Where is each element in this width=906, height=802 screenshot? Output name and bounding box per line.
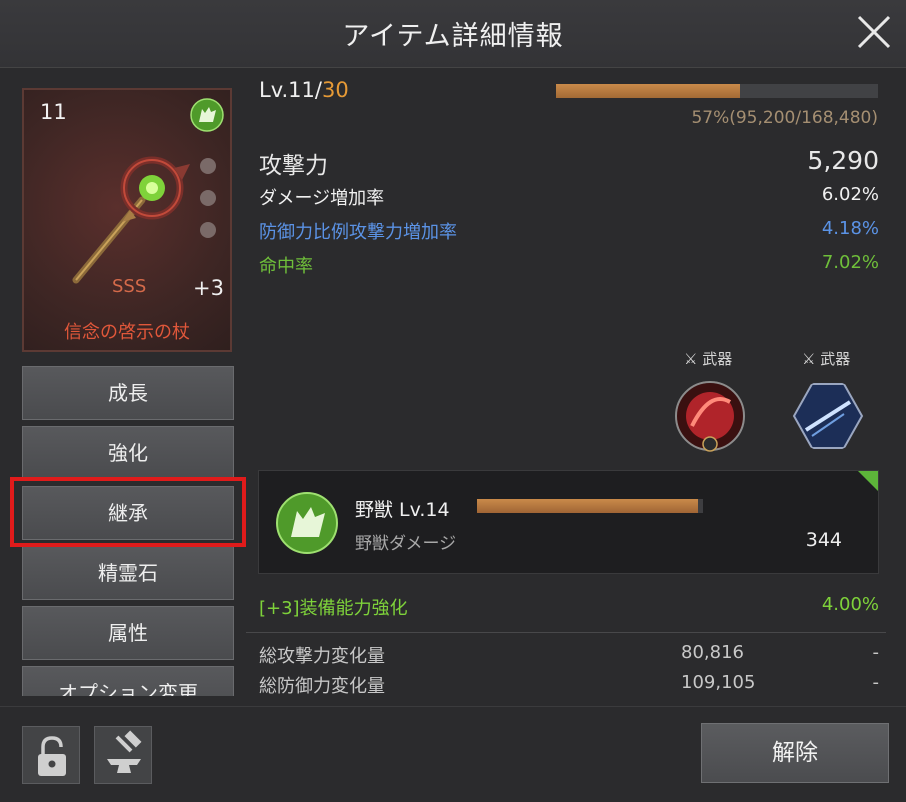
anvil-icon [107,730,142,773]
crossed-swords-icon: ⚔ [684,350,698,368]
menu-option-change-button[interactable]: オプション変更 [22,666,234,696]
beast-panel: 野獣 Lv.14 野獣ダメージ 344 [258,470,879,574]
total-trail: - [872,672,880,693]
menu-growth-button[interactable]: 成長 [22,366,234,420]
lock-icon [38,736,66,776]
exp-text: 57%(95,200/168,480) [691,108,878,128]
bonus-label: [+3]装備能力強化 [259,598,408,619]
stat-label: 命中率 [259,256,313,277]
stat-value: 7.02% [821,252,879,273]
bonus-row: [+3]装備能力強化 4.00% [259,594,879,619]
stat-row-def-ratio: 防御力比例攻撃力増加率 4.18% [259,218,879,243]
stat-label: ダメージ増加率 [259,188,385,209]
beast-progress-bar [477,499,703,513]
divider [246,632,886,633]
lock-button[interactable] [22,726,80,784]
exp-bar [556,84,878,98]
skill-tag-label: 武器 [702,350,733,368]
exp-bar-fill [556,84,740,98]
stat-row-damage: ダメージ増加率 6.02% [259,184,879,209]
item-card: 11 SSS +3 信念の啓示の杖 [22,88,232,352]
menu-attribute-button[interactable]: 属性 [22,606,234,660]
level-text: Lv.11/30 [259,78,349,102]
total-label: 総攻撃力変化量 [259,646,385,667]
beast-name: 野獣 Lv.14 [355,499,450,521]
stat-row-attack: 攻撃力 5,290 [259,146,879,179]
page-title: アイテム詳細情報 [342,21,564,52]
stat-label: 防御力比例攻撃力増加率 [259,222,457,243]
wolf-icon [276,492,338,554]
total-row-defense: 総防御力変化量 109,105 - [259,672,880,697]
skill-tag: ⚔ 武器 [802,348,850,369]
release-button[interactable]: 解除 [701,723,889,783]
menu-inherit-button[interactable]: 継承 [22,486,234,540]
bonus-value: 4.00% [821,594,879,615]
wolf-icon [190,98,224,132]
stat-value: 5,290 [807,146,879,175]
level-current: Lv.11/ [259,78,322,102]
total-trail: - [872,642,880,663]
menu-enhance-button[interactable]: 強化 [22,426,234,480]
item-name: 信念の啓示の杖 [64,322,190,343]
stat-value: 4.18% [821,218,879,239]
beast-progress-fill [477,499,699,513]
beast-damage-value: 344 [805,529,842,551]
side-menu: 成長 強化 継承 精霊石 属性 オプション変更 [22,366,234,696]
total-label: 総防御力変化量 [259,676,385,697]
blue-slash-skill-icon[interactable] [792,380,864,452]
craft-button[interactable] [94,726,152,784]
title-bar: アイテム詳細情報 [0,0,906,68]
menu-spirit-stone-button[interactable]: 精霊石 [22,546,234,600]
skill-tag-label: 武器 [820,350,851,368]
item-grade: SSS [112,276,147,297]
skill-tag: ⚔ 武器 [684,348,732,369]
total-row-attack: 総攻撃力変化量 80,816 - [259,642,880,667]
stat-value: 6.02% [821,184,879,205]
level-max: 30 [321,78,349,102]
stat-label: 攻撃力 [259,153,328,179]
item-level-badge: 11 [40,100,67,124]
total-value: 109,105 [681,672,756,693]
stat-row-hit: 命中率 7.02% [259,252,879,277]
total-value: 80,816 [681,642,744,663]
corner-marker [858,471,878,491]
red-slash-skill-icon[interactable] [674,380,746,452]
close-icon[interactable] [856,14,892,50]
crossed-swords-icon: ⚔ [802,350,816,368]
item-enhance-level: +3 [193,276,224,300]
beast-damage-label: 野獣ダメージ [355,534,457,554]
